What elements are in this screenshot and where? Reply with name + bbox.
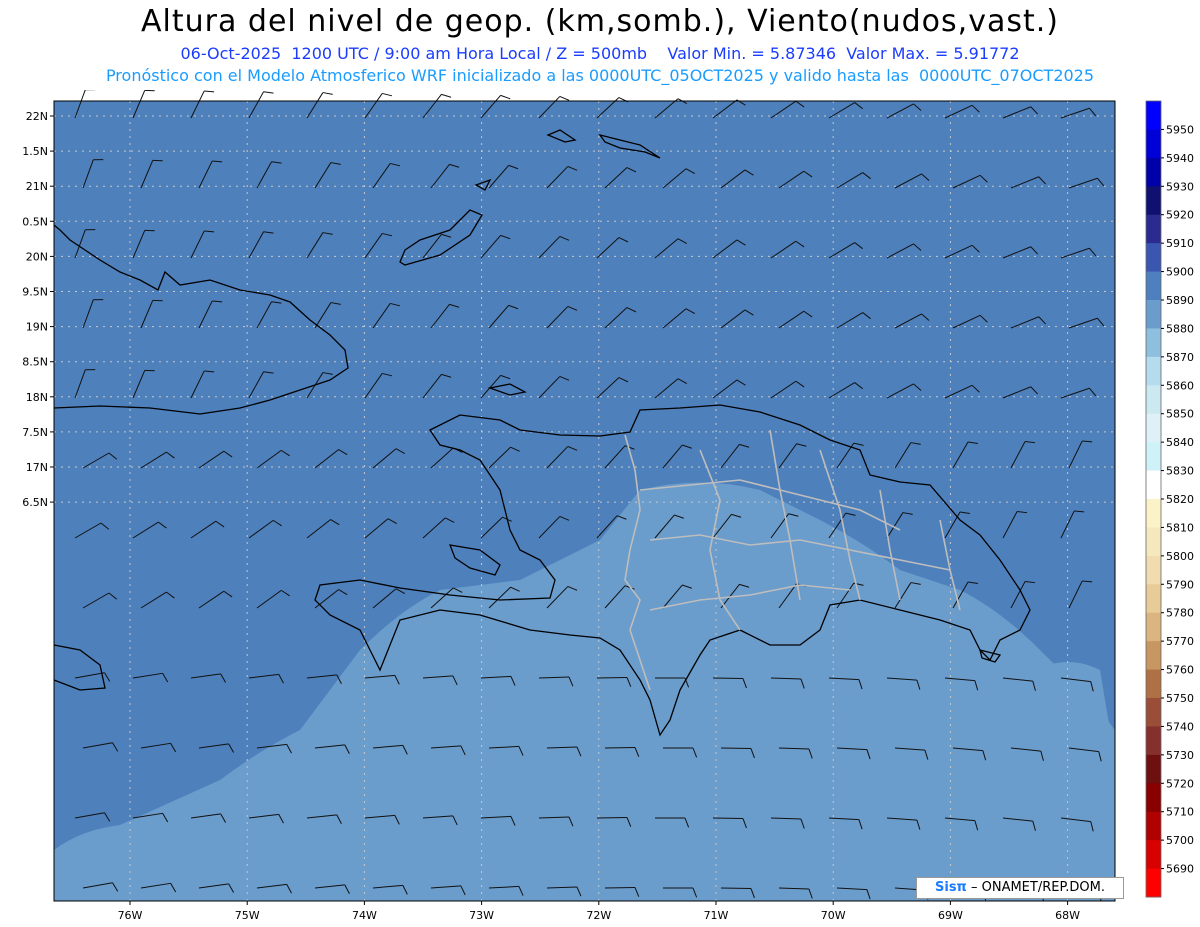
colorbar-swatch (1146, 271, 1161, 301)
map-caption: Pronóstico con el Modelo Atmosferico WRF… (105, 66, 1095, 85)
colorbar-swatch (1146, 612, 1161, 642)
colorbar-swatch (1146, 641, 1161, 671)
lat-label: 6.5N (22, 496, 48, 509)
lat-label: 18N (26, 391, 48, 404)
colorbar-swatch (1146, 243, 1161, 273)
colorbar-swatch (1146, 328, 1161, 358)
colorbar-label: 5770 (1166, 635, 1194, 648)
credit-brand: Sisπ (935, 880, 967, 895)
colorbar-swatch (1146, 214, 1161, 244)
colorbar-label: 5850 (1166, 408, 1194, 421)
lon-label: 69W (938, 909, 963, 922)
colorbar-swatch (1146, 157, 1161, 187)
colorbar-swatch (1146, 413, 1161, 443)
lon-label: 71W (704, 909, 729, 922)
colorbar-label: 5820 (1166, 493, 1194, 506)
lon-label: 76W (118, 909, 143, 922)
colorbar-swatch (1146, 726, 1161, 756)
map-subtitle: 06-Oct-2025 1200 UTC / 9:00 am Hora Loca… (180, 44, 1020, 63)
colorbar-label: 5940 (1166, 152, 1194, 165)
colorbar-label: 5750 (1166, 692, 1194, 705)
colorbar-label: 5900 (1166, 266, 1194, 279)
lon-label: 74W (352, 909, 377, 922)
colorbar-label: 5920 (1166, 209, 1194, 222)
lon-label: 68W (1055, 909, 1080, 922)
colorbar-swatch (1146, 442, 1161, 472)
colorbar-swatch (1146, 527, 1161, 557)
colorbar-label: 5950 (1166, 123, 1194, 136)
lon-label: 70W (821, 909, 846, 922)
colorbar-label: 5740 (1166, 720, 1194, 733)
colorbar-label: 5780 (1166, 607, 1194, 620)
colorbar-label: 5880 (1166, 322, 1194, 335)
lat-label: 7.5N (22, 426, 48, 439)
lat-label: 22N (26, 110, 48, 123)
geopotential-field (54, 101, 1115, 901)
colorbar-swatch (1146, 698, 1161, 727)
colorbar-swatch (1146, 840, 1161, 870)
colorbar-label: 5870 (1166, 351, 1194, 364)
colorbar: 5950 5940 5930 5920 5910 5900 5890 5880 5870 5860… (1145, 100, 1194, 898)
colorbar-swatch (1146, 754, 1161, 784)
colorbar-swatch (1146, 101, 1161, 130)
colorbar-label: 5700 (1166, 834, 1194, 847)
lat-label: 0.5N (22, 215, 48, 228)
lat-label: 17N (26, 461, 48, 474)
colorbar-swatch (1146, 783, 1161, 813)
colorbar-label: 5800 (1166, 550, 1194, 563)
weather-map: 22N 1.5N 21N 0.5N 20N 9.5N 19N 8.5N 18N 7.5N 17N 6.… (22, 90, 1194, 922)
colorbar-label: 5910 (1166, 237, 1194, 250)
lat-label: 20N (26, 250, 48, 263)
lon-label: 72W (586, 909, 611, 922)
lat-label: 9.5N (22, 286, 48, 299)
colorbar-label: 5830 (1166, 465, 1194, 478)
lat-label: 1.5N (22, 145, 48, 158)
colorbar-swatch (1146, 555, 1161, 585)
colorbar-swatch (1146, 669, 1161, 699)
colorbar-label: 5860 (1166, 379, 1194, 392)
colorbar-swatch (1146, 811, 1161, 841)
credit-text: – ONAMET/REP.DOM. (966, 880, 1105, 895)
colorbar-label: 5720 (1166, 777, 1194, 790)
colorbar-swatch (1146, 470, 1161, 500)
colorbar-swatch (1146, 584, 1161, 614)
colorbar-label: 5690 (1166, 863, 1194, 876)
credit-box: Sisπ – ONAMET/REP.DOM. (916, 877, 1124, 899)
colorbar-label: 5890 (1166, 294, 1194, 307)
colorbar-label: 5730 (1166, 749, 1194, 762)
lon-label: 73W (469, 909, 494, 922)
lon-label: 75W (235, 909, 260, 922)
colorbar-swatch (1146, 499, 1161, 528)
colorbar-swatch (1146, 186, 1161, 216)
colorbar-label: 5840 (1166, 436, 1194, 449)
lat-label: 19N (26, 321, 48, 334)
lat-label: 8.5N (22, 356, 48, 369)
colorbar-swatch (1146, 300, 1161, 329)
colorbar-swatch (1146, 385, 1161, 415)
lat-label: 21N (26, 180, 48, 193)
map-title: Altura del nivel de geop. (km,somb.), Vi… (141, 4, 1059, 39)
colorbar-label: 5760 (1166, 664, 1194, 677)
colorbar-label: 5710 (1166, 806, 1194, 819)
colorbar-swatch (1146, 129, 1161, 159)
colorbar-label: 5790 (1166, 578, 1194, 591)
colorbar-swatch (1146, 356, 1161, 386)
colorbar-swatch (1146, 868, 1161, 898)
colorbar-label: 5930 (1166, 180, 1194, 193)
colorbar-label: 5810 (1166, 521, 1194, 534)
